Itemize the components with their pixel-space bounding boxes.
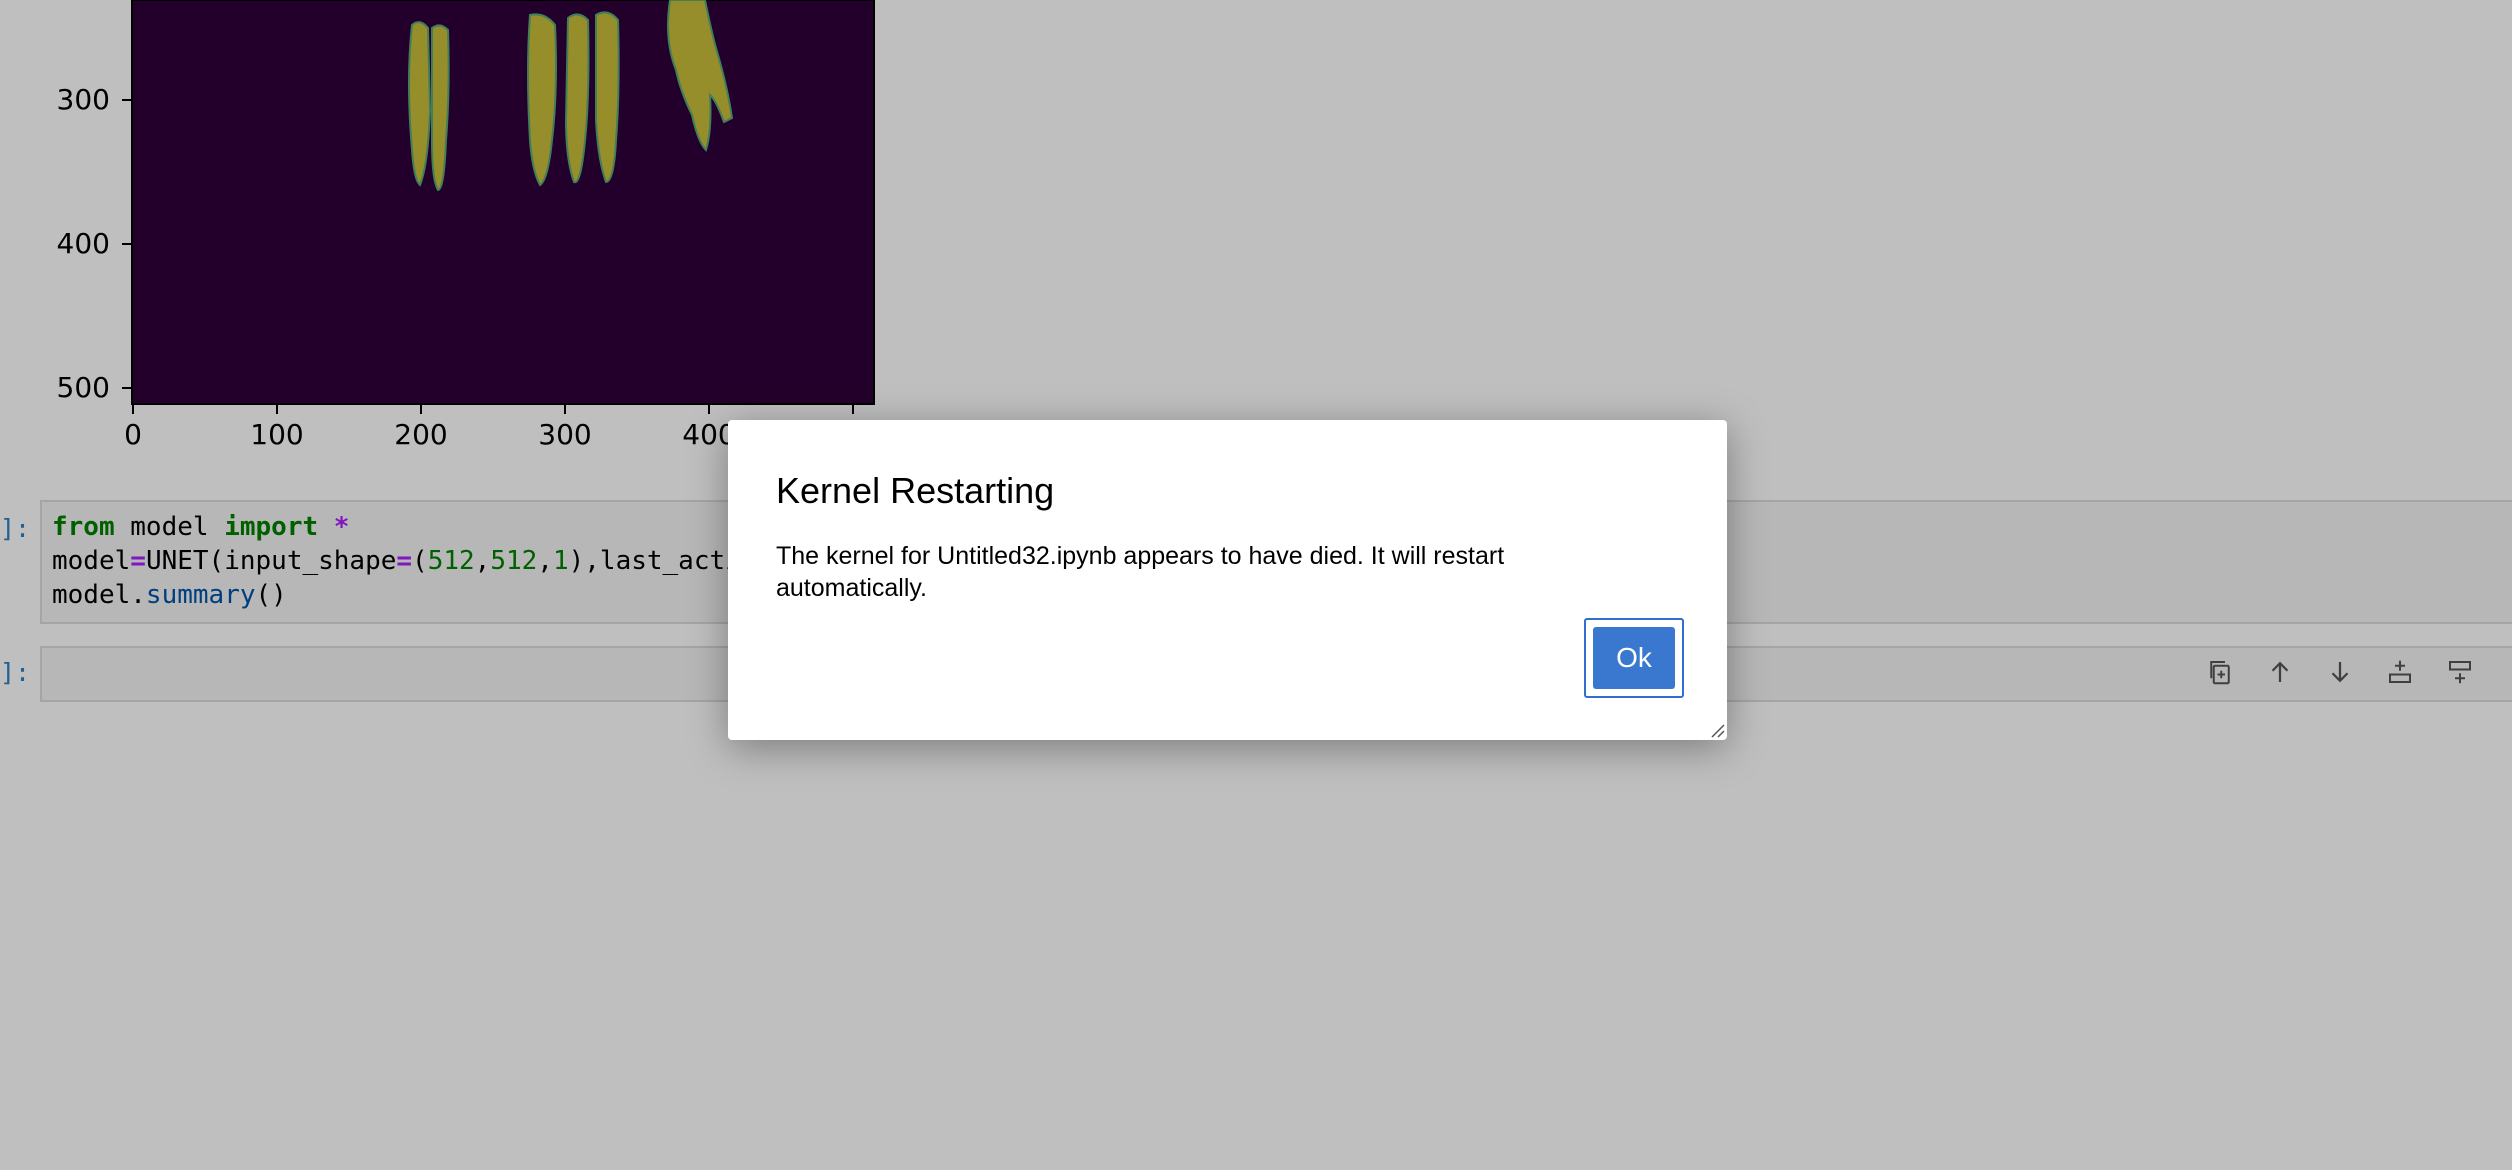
resize-handle-icon[interactable] bbox=[1707, 720, 1725, 738]
ok-button[interactable]: Ok bbox=[1593, 627, 1675, 689]
kernel-restart-dialog: Kernel Restarting The kernel for Untitle… bbox=[728, 420, 1727, 740]
modal-backdrop[interactable]: Kernel Restarting The kernel for Untitle… bbox=[0, 0, 2512, 1170]
dialog-message: The kernel for Untitled32.ipynb appears … bbox=[776, 542, 1505, 602]
ok-button-focus-ring: Ok bbox=[1584, 618, 1684, 698]
dialog-title: Kernel Restarting bbox=[776, 470, 1055, 511]
